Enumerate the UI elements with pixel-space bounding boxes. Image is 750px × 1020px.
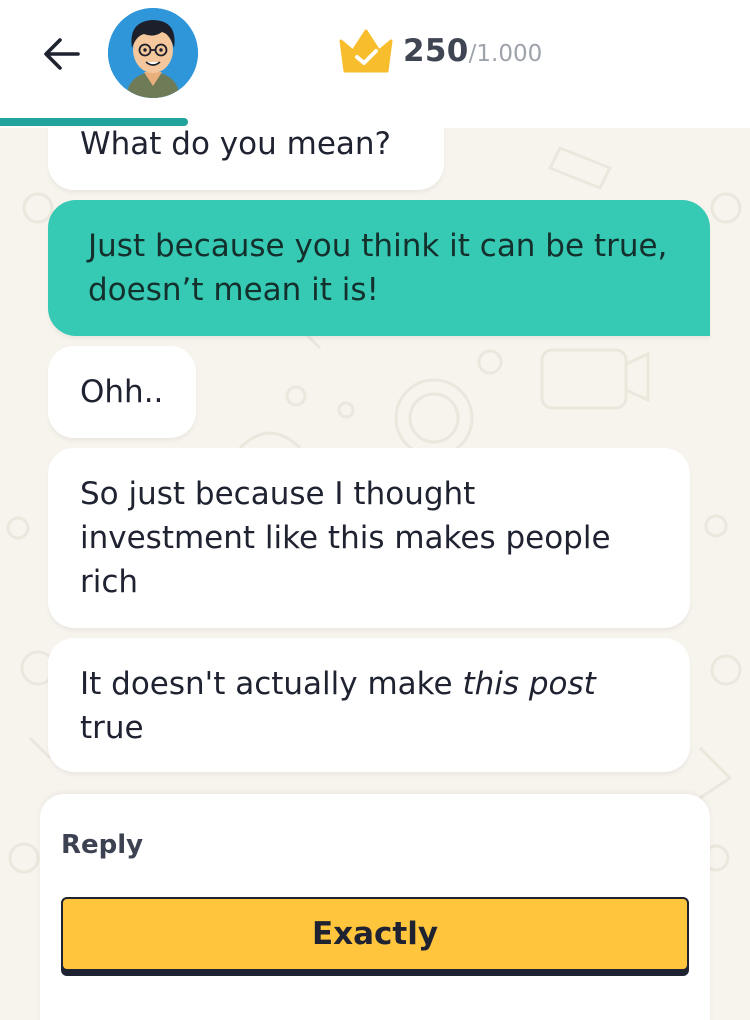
score-display: 250 /1.000 (337, 26, 542, 76)
reply-option-button[interactable]: Exactly (61, 897, 689, 971)
message-text: So just because I thought investment lik… (80, 476, 611, 600)
chat-screen: 250 /1.000 What do you mean? Just becaus… (0, 0, 750, 1020)
message-text-emphasis: this post (462, 666, 596, 702)
score-current: 250 (403, 33, 469, 69)
avatar-illustration (108, 8, 198, 98)
message-text-part: true (80, 710, 144, 746)
message-bubble-outgoing: Just because you think it can be true, d… (48, 200, 710, 336)
score-total: /1.000 (468, 41, 543, 67)
message-text: Just because you think it can be true, d… (88, 228, 668, 308)
message-text: Ohh.. (80, 374, 164, 410)
message-text-part: It doesn't actually make (80, 666, 463, 702)
message-text: What do you mean? (80, 126, 391, 162)
progress-fill (0, 118, 188, 126)
reply-label: Reply (61, 830, 144, 860)
crown-check-icon (339, 29, 393, 73)
reply-panel: Reply Exactly (40, 794, 710, 1020)
message-bubble-incoming: It doesn't actually make this post true (48, 638, 690, 772)
progress-bar (0, 118, 750, 126)
top-bar: 250 /1.000 (0, 0, 750, 128)
avatar[interactable] (108, 8, 198, 98)
back-arrow-icon (44, 38, 80, 70)
back-button[interactable] (40, 34, 84, 74)
message-bubble-incoming: Ohh.. (48, 346, 196, 438)
message-bubble-incoming: So just because I thought investment lik… (48, 448, 690, 628)
